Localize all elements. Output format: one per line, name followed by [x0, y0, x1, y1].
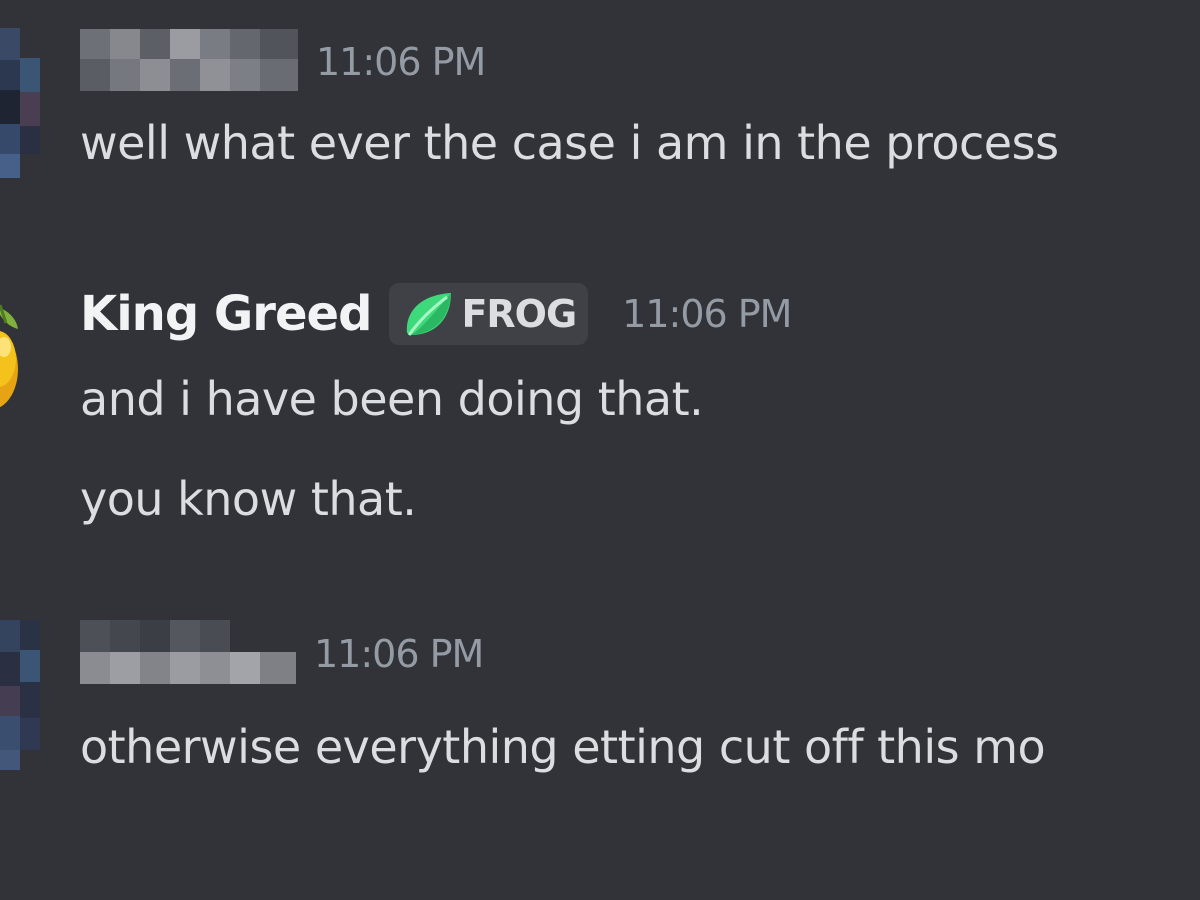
- message-header: 11:06 PM: [80, 620, 484, 688]
- message-timestamp[interactable]: 11:06 PM: [314, 632, 484, 676]
- lemon-avatar-image: [0, 304, 18, 408]
- message-timestamp[interactable]: 11:06 PM: [316, 40, 486, 84]
- message-header: King Greed FROG 11:06 PM: [80, 282, 792, 346]
- pixelated-avatar-image: [0, 620, 40, 770]
- message-text: otherwise everything etting cut off this…: [80, 720, 1046, 774]
- message-timestamp[interactable]: 11:06 PM: [622, 292, 792, 336]
- message-text: well what ever the case i am in the proc…: [80, 116, 1059, 170]
- badge-label: FROG: [461, 292, 577, 336]
- pixelated-name-image: [80, 29, 298, 91]
- message-text: and i have been doing that.: [80, 372, 704, 426]
- pixelated-name-image: [80, 620, 296, 684]
- pixelated-avatar-image: [0, 28, 40, 178]
- message-header: 11:06 PM: [80, 29, 486, 95]
- blurred-username[interactable]: [80, 29, 298, 95]
- message-text: you know that.: [80, 472, 417, 526]
- avatar[interactable]: [0, 28, 40, 178]
- chat-message-list: 11:06 PM well what ever the case i am in…: [0, 0, 1200, 900]
- leaf-icon: [407, 293, 452, 336]
- role-badge[interactable]: FROG: [389, 283, 589, 345]
- avatar[interactable]: [0, 282, 40, 422]
- blurred-username[interactable]: [80, 620, 296, 688]
- avatar[interactable]: [0, 620, 40, 770]
- username[interactable]: King Greed: [80, 286, 372, 342]
